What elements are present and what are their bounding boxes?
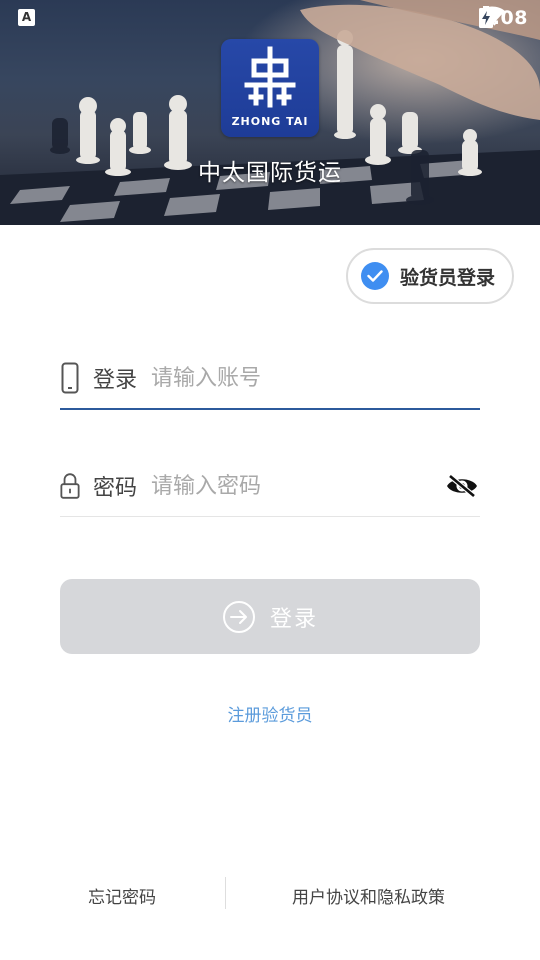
eye-off-icon[interactable] xyxy=(444,471,480,501)
privacy-policy-link[interactable]: 用户协议和隐私政策 xyxy=(292,883,445,908)
app-title: 中太国际货运 xyxy=(198,160,342,186)
status-bar: A 1:08 xyxy=(0,0,540,36)
battery-charging-icon xyxy=(478,6,493,28)
password-label: 密码 xyxy=(93,476,138,501)
password-field[interactable]: 密码 xyxy=(60,456,480,517)
app-logo: ZHONG TAI xyxy=(221,39,319,137)
password-input[interactable] xyxy=(151,466,444,506)
register-inspector-link[interactable]: 注册验货员 xyxy=(0,701,540,726)
account-input[interactable] xyxy=(151,358,480,398)
footer-divider xyxy=(225,877,226,909)
logo-text: ZHONG TAI xyxy=(231,115,309,128)
accessibility-a-icon: A xyxy=(18,9,35,26)
lock-icon xyxy=(60,469,80,503)
status-right-group: 1:08 xyxy=(478,6,528,30)
forgot-password-link[interactable]: 忘记密码 xyxy=(88,883,156,908)
arrow-right-circle-icon xyxy=(222,600,255,633)
header-hero: A 1:08 ZHONG TAI 中太国际货运 xyxy=(0,0,540,225)
inspector-login-toggle[interactable]: 验货员登录 xyxy=(346,248,514,304)
phone-icon xyxy=(60,361,80,395)
login-button-label: 登录 xyxy=(269,606,318,632)
inspector-login-label: 验货员登录 xyxy=(400,266,496,289)
account-label: 登录 xyxy=(93,368,138,393)
check-circle-icon xyxy=(361,262,389,290)
account-field[interactable]: 登录 xyxy=(60,348,480,410)
login-button[interactable]: 登录 xyxy=(60,579,480,654)
